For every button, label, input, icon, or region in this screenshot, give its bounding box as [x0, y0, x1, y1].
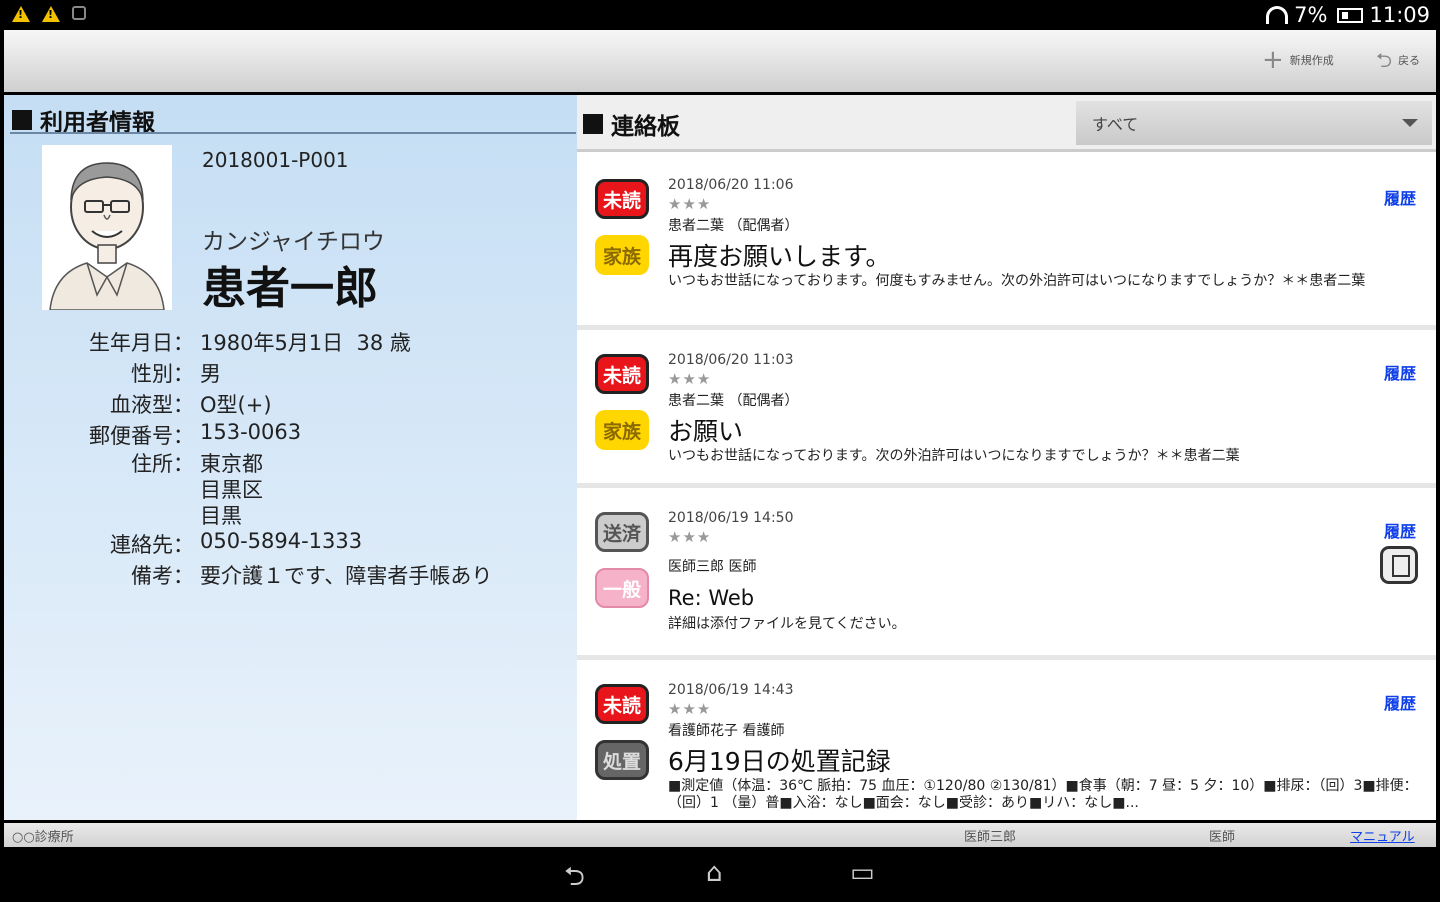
message-sender: 看護師花子 看護師 — [668, 723, 785, 739]
star-rating: ★★★ — [668, 528, 712, 546]
message-board-header: 連絡板 すべて — [577, 95, 1436, 152]
nav-recents-icon[interactable]: ▭ — [850, 858, 875, 888]
action-bar: + 新規作成 ⮌ 戻る — [4, 30, 1436, 92]
info-label: 住所： — [131, 452, 194, 476]
message-subject: Re: Web — [668, 586, 755, 610]
message-body: 詳細は添付ファイルを見てください。 — [668, 616, 906, 632]
warning-icon: ! — [12, 6, 30, 22]
info-label: 生年月日： — [89, 331, 194, 355]
patient-info-panel: 利用者情報 2018001-P001 カンジャイチロウ 患者一郎 生年月日： 1… — [4, 95, 577, 820]
info-row-notes: 備考： 要介護１です、障害者手帳あり — [4, 560, 492, 590]
message-date: 2018/06/20 11:06 — [668, 177, 794, 193]
message-board-heading: 連絡板 — [583, 107, 680, 141]
footer-bar: ○○診療所 医師三郎 医師 マニュアル — [4, 823, 1436, 847]
info-value: 153-0063 — [200, 420, 302, 444]
square-bullet-icon — [12, 110, 32, 130]
message-item[interactable]: 未読 家族 2018/06/20 11:03 ★★★ 患者二葉 （配偶者） お願… — [577, 330, 1436, 488]
message-sender: 患者二葉 （配偶者） — [668, 218, 799, 234]
clock: 11:09 — [1369, 3, 1430, 27]
android-nav-bar: ⮌ ⌂ ▭ — [0, 848, 1440, 900]
message-sender: 医師三郎 医師 — [668, 559, 757, 575]
category-badge: 家族 — [595, 235, 649, 275]
star-rating: ★★★ — [668, 700, 712, 718]
unread-badge: 未読 — [595, 179, 649, 219]
message-body: ■測定値（体温：36℃ 脈拍：75 血圧：①120/80 ②130/81）■食事… — [668, 778, 1418, 811]
info-value: 050-5894-1333 — [200, 529, 363, 553]
unread-badge: 未読 — [595, 684, 649, 724]
message-subject: お願い — [668, 417, 744, 446]
star-rating: ★★★ — [668, 195, 712, 213]
info-row-blood-type: 血液型： O型(+) — [4, 389, 272, 419]
back-label: 戻る — [1398, 54, 1421, 67]
plus-icon: + — [1262, 45, 1284, 75]
info-label: 血液型： — [110, 393, 194, 417]
message-body: いつもお世話になっております。次の外泊許可はいつになりますでしょうか？＊＊患者二… — [668, 448, 1240, 464]
back-icon: ⮌ — [1376, 48, 1393, 72]
category-badge: 一般 — [595, 568, 649, 608]
history-link[interactable]: 履歴 — [1384, 185, 1416, 209]
message-item[interactable]: 送済 一般 2018/06/19 14:50 ★★★ 医師三郎 医師 Re: W… — [577, 488, 1436, 660]
new-message-label: 新規作成 — [1289, 54, 1334, 67]
message-body: いつもお世話になっております。何度もすみません。次の外泊許可はいつになりますでし… — [668, 273, 1366, 289]
patient-avatar — [42, 145, 172, 310]
category-badge: 処置 — [595, 740, 649, 780]
info-value: O型(+) — [200, 393, 272, 417]
info-value: 要介護１です、障害者手帳あり — [200, 564, 493, 588]
patient-name: 患者一郎 — [202, 263, 378, 314]
history-link[interactable]: 履歴 — [1384, 360, 1416, 384]
unread-badge: 未読 — [595, 354, 649, 394]
status-right: 7% 11:09 — [1266, 3, 1430, 27]
message-date: 2018/06/20 11:03 — [668, 352, 794, 368]
back-button[interactable]: ⮌ 戻る — [1376, 46, 1420, 74]
warning-icon: ! — [42, 6, 60, 22]
message-board-panel: 連絡板 すべて 未読 家族 2018/06/20 11:06 ★★★ 患者二葉 … — [577, 95, 1436, 820]
sent-badge: 送済 — [595, 512, 649, 552]
history-link[interactable]: 履歴 — [1384, 690, 1416, 714]
info-label: 性別： — [131, 362, 194, 386]
attachment-icon[interactable] — [1380, 546, 1418, 584]
chevron-down-icon — [1402, 119, 1418, 127]
info-label: 備考： — [131, 564, 194, 588]
battery-percent: 7% — [1294, 3, 1328, 27]
nav-back-icon[interactable]: ⮌ — [564, 858, 585, 902]
message-item[interactable]: 未読 処置 2018/06/19 14:43 ★★★ 看護師花子 看護師 6月1… — [577, 660, 1436, 820]
battery-icon — [1337, 7, 1364, 23]
new-message-button[interactable]: + 新規作成 — [1262, 46, 1334, 74]
info-row-birthdate: 生年月日： 1980年5月1日 38 歳 — [4, 327, 411, 357]
user-role: 医師 — [1209, 830, 1236, 845]
facility-name: ○○診療所 — [12, 830, 74, 845]
status-bar: ! ! 7% 11:09 — [0, 0, 1440, 30]
category-badge: 家族 — [595, 410, 649, 450]
info-row-address: 住所： 東京都 目黒区 目黒 — [4, 451, 263, 529]
download-icon — [72, 6, 86, 20]
square-bullet-icon — [583, 114, 603, 134]
nav-home-icon[interactable]: ⌂ — [706, 858, 723, 888]
message-date: 2018/06/19 14:50 — [668, 510, 794, 526]
info-row-postal-code: 郵便番号： 153-0063 — [4, 420, 301, 450]
person-portrait-icon — [42, 145, 172, 310]
manual-link[interactable]: マニュアル — [1350, 826, 1415, 845]
info-value: 東京都 目黒区 目黒 — [200, 452, 263, 528]
info-label: 郵便番号： — [89, 424, 194, 448]
divider — [10, 132, 576, 134]
message-sender: 患者二葉 （配偶者） — [668, 393, 799, 409]
message-item[interactable]: 未読 家族 2018/06/20 11:06 ★★★ 患者二葉 （配偶者） 再度… — [577, 155, 1436, 330]
filter-value: すべて — [1092, 115, 1139, 134]
star-rating: ★★★ — [668, 370, 712, 388]
message-subject: 6月19日の処置記録 — [668, 747, 891, 776]
message-board-title: 連絡板 — [611, 114, 680, 140]
patient-id: 2018001-P001 — [202, 148, 349, 172]
patient-name-kana: カンジャイチロウ — [202, 229, 385, 255]
message-date: 2018/06/19 14:43 — [668, 682, 794, 698]
filter-dropdown[interactable]: すべて — [1076, 101, 1432, 145]
history-link[interactable]: 履歴 — [1384, 518, 1416, 542]
info-row-contact: 連絡先： 050-5894-1333 — [4, 529, 362, 559]
info-value: 男 — [200, 362, 221, 386]
info-label: 連絡先： — [110, 533, 194, 557]
message-subject: 再度お願いします。 — [668, 242, 891, 271]
info-value: 1980年5月1日 38 歳 — [200, 331, 411, 355]
logged-in-user: 医師三郎 — [964, 830, 1017, 845]
wifi-icon — [1266, 6, 1289, 24]
info-row-sex: 性別： 男 — [4, 358, 221, 388]
